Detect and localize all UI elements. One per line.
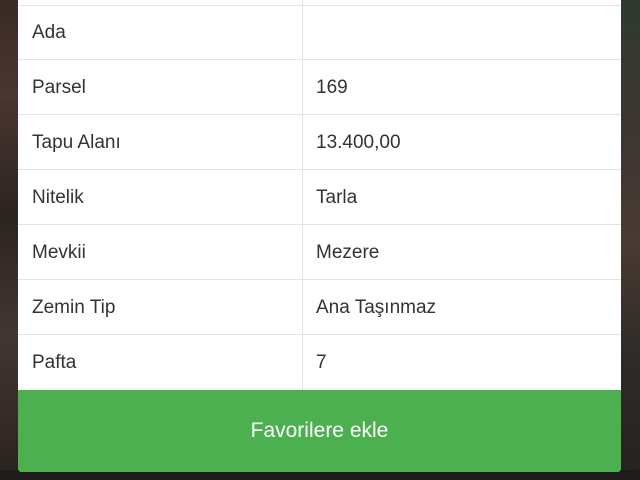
- property-details-panel: Ada Parsel 169 Tapu Alanı 13.400,00 Nite…: [18, 0, 621, 472]
- table-row: Nitelik Tarla: [18, 171, 621, 225]
- background-right-edge: [621, 0, 640, 480]
- row-label: Pafta: [32, 352, 77, 373]
- row-value: Tarla: [316, 186, 358, 208]
- row-value: Ana Taşınmaz: [316, 296, 437, 318]
- row-label: Nitelik: [32, 186, 84, 208]
- table-row: Parsel 169: [18, 61, 621, 115]
- table-row: Mevkii Mezere: [18, 226, 621, 280]
- row-label: Ada: [32, 21, 66, 43]
- row-value: Mezere: [316, 241, 380, 263]
- table-row: Ada: [18, 6, 621, 60]
- row-label: Zemin Tip: [32, 296, 116, 318]
- table-row: Tapu Alanı 13.400,00: [18, 116, 621, 170]
- row-value: 7: [316, 352, 327, 373]
- column-divider: [302, 0, 303, 390]
- row-value: [316, 6, 606, 59]
- table-row: Pafta 7: [18, 336, 621, 390]
- row-value: 13.400,00: [316, 131, 401, 153]
- add-to-favorites-button[interactable]: Favorilere ekle: [18, 390, 621, 472]
- row-value: 169: [316, 76, 348, 98]
- background-left-edge: [0, 0, 18, 480]
- row-label: Mevkii: [32, 241, 86, 263]
- table-row: Zemin Tip Ana Taşınmaz: [18, 281, 621, 335]
- row-label: Parsel: [32, 76, 86, 98]
- row-label: Tapu Alanı: [32, 131, 121, 153]
